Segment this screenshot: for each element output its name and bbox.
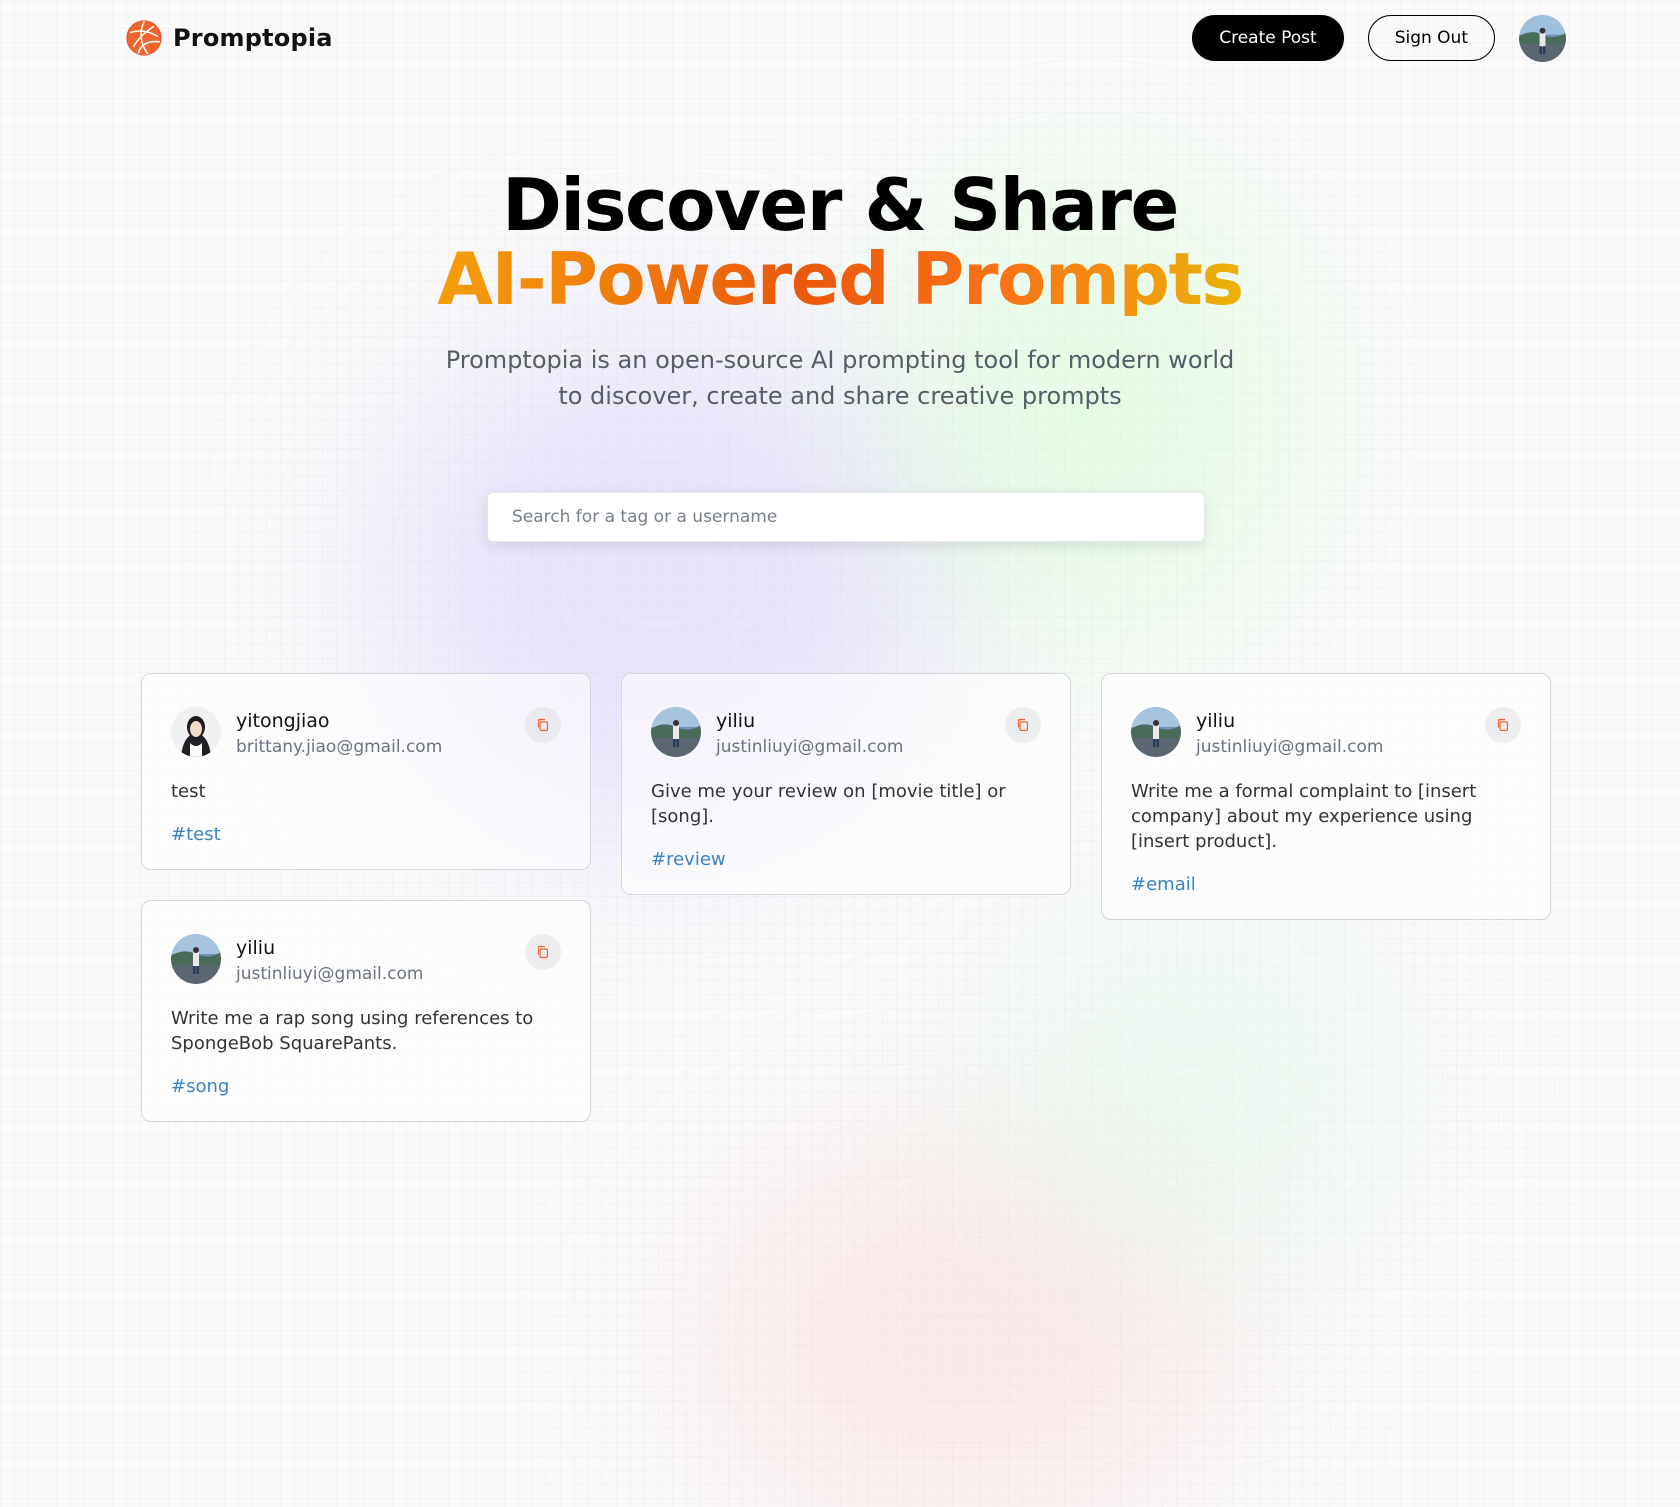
card-header: yitongjiao brittany.jiao@gmail.com	[171, 707, 561, 759]
search-form	[487, 492, 1205, 542]
card-user-info: yiliu justinliuyi@gmail.com	[716, 707, 1005, 759]
card-username[interactable]: yiliu	[236, 936, 525, 960]
user-avatar[interactable]	[1131, 707, 1181, 757]
profile-avatar[interactable]	[1519, 14, 1566, 62]
card-email: brittany.jiao@gmail.com	[236, 737, 443, 757]
hero-title-line1: Discover & Share	[502, 163, 1179, 247]
card-tag[interactable]: #test	[171, 823, 561, 847]
card-username[interactable]: yiliu	[716, 709, 1005, 733]
card-username[interactable]: yitongjiao	[236, 709, 525, 733]
card-user-info: yiliu justinliuyi@gmail.com	[236, 934, 525, 986]
card-header: yiliu justinliuyi@gmail.com	[171, 934, 561, 986]
user-avatar[interactable]	[171, 934, 221, 984]
hero-section: Discover & Share AI-Powered Prompts Prom…	[0, 168, 1680, 414]
card-tag[interactable]: #review	[651, 848, 1041, 872]
card-user-info: yitongjiao brittany.jiao@gmail.com	[236, 707, 525, 759]
copy-icon	[537, 945, 549, 959]
copy-icon	[1017, 718, 1029, 732]
card-email: justinliuyi@gmail.com	[1196, 737, 1384, 757]
copy-button[interactable]	[1005, 707, 1041, 743]
nav-actions: Create Post Sign Out	[1192, 14, 1566, 62]
card-prompt: Write me a formal complaint to [insert c…	[1131, 781, 1477, 852]
create-post-button[interactable]: Create Post	[1192, 15, 1344, 61]
card-prompt: Write me a rap song using references to …	[171, 1008, 534, 1054]
brand-link[interactable]: Promptopia	[125, 19, 333, 57]
copy-icon	[537, 718, 549, 732]
copy-icon	[1497, 718, 1509, 732]
hero-title-line2: AI-Powered Prompts	[437, 237, 1244, 321]
copy-button[interactable]	[525, 707, 561, 743]
hero-description: Promptopia is an open-source AI promptin…	[445, 346, 1235, 410]
prompt-card: yitongjiao brittany.jiao@gmail.com test …	[141, 673, 591, 870]
card-username[interactable]: yiliu	[1196, 709, 1485, 733]
sign-out-button[interactable]: Sign Out	[1367, 15, 1495, 61]
card-email: justinliuyi@gmail.com	[716, 737, 904, 757]
user-avatar[interactable]	[171, 707, 221, 757]
prompt-card: yiliu justinliuyi@gmail.com Write me a f…	[1101, 673, 1551, 920]
search-input[interactable]	[487, 492, 1205, 542]
copy-button[interactable]	[1485, 707, 1521, 743]
card-prompt: test	[171, 781, 206, 802]
hero-title: Discover & Share AI-Powered Prompts	[0, 168, 1680, 316]
card-prompt: Give me your review on [movie title] or …	[651, 781, 1006, 827]
card-header: yiliu justinliuyi@gmail.com	[651, 707, 1041, 759]
brand-name: Promptopia	[173, 24, 333, 52]
navbar: Promptopia Create Post Sign Out	[125, 14, 1566, 62]
user-avatar[interactable]	[651, 707, 701, 757]
prompt-card: yiliu justinliuyi@gmail.com Write me a r…	[141, 900, 591, 1122]
copy-button[interactable]	[525, 934, 561, 970]
card-user-info: yiliu justinliuyi@gmail.com	[1196, 707, 1485, 759]
card-email: justinliuyi@gmail.com	[236, 964, 424, 984]
card-header: yiliu justinliuyi@gmail.com	[1131, 707, 1521, 759]
prompt-card: yiliu justinliuyi@gmail.com Give me your…	[621, 673, 1071, 895]
card-tag[interactable]: #email	[1131, 873, 1521, 897]
promptopia-logo-icon	[126, 20, 162, 56]
card-tag[interactable]: #song	[171, 1075, 561, 1099]
